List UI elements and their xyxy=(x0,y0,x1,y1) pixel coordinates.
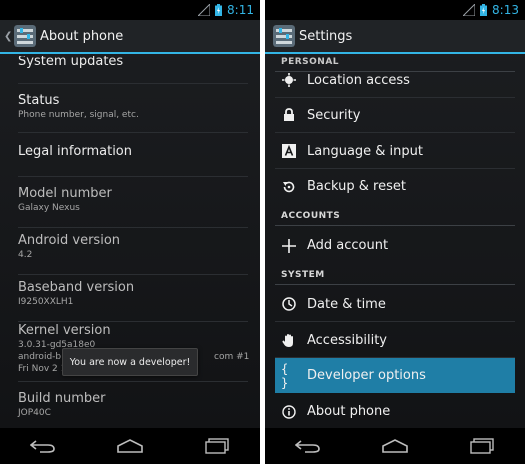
settings-item-label: Developer options xyxy=(307,368,426,383)
signal-icon xyxy=(463,4,476,16)
signal-icon xyxy=(198,4,211,16)
home-icon xyxy=(117,439,143,453)
list-item-legal-information[interactable]: Legal information xyxy=(18,144,248,177)
settings-item-language-input[interactable]: Language & input xyxy=(275,134,515,169)
list-item-system-updates[interactable]: System updates xyxy=(18,56,248,84)
settings-item-label: Accessibility xyxy=(307,332,387,348)
list-item-android-version[interactable]: Android version 4.2 xyxy=(18,231,248,275)
about-phone-screen: 8:11 ❮ About phone System updates Status… xyxy=(0,0,260,464)
backup-icon xyxy=(281,179,297,195)
item-title: Baseband version xyxy=(18,280,135,295)
item-subtitle: Galaxy Nexus xyxy=(18,203,80,213)
settings-list: PERSONAL Location access Security Langua… xyxy=(265,56,525,428)
settings-item-label: Language & input xyxy=(307,143,423,159)
location-icon xyxy=(281,72,297,88)
recent-apps-button[interactable] xyxy=(466,436,498,456)
back-button[interactable] xyxy=(27,436,59,456)
settings-item-date-time[interactable]: Date & time xyxy=(275,287,515,322)
status-bar: 8:11 xyxy=(0,0,260,20)
back-icon xyxy=(30,440,56,453)
section-header-system: SYSTEM xyxy=(275,265,515,285)
hand-icon xyxy=(281,332,297,348)
settings-item-label: Backup & reset xyxy=(307,179,406,194)
settings-app-icon xyxy=(14,25,36,47)
settings-item-backup-reset[interactable]: Backup & reset xyxy=(275,169,515,204)
chevron-left-icon[interactable]: ❮ xyxy=(4,31,12,42)
item-title: Build number xyxy=(18,391,106,406)
action-bar: Settings xyxy=(265,20,525,54)
clock-icon xyxy=(281,296,297,312)
settings-item-label: Security xyxy=(307,107,361,123)
recent-apps-button[interactable] xyxy=(201,436,233,456)
about-list: System updates Status Phone number, sign… xyxy=(0,56,260,428)
action-bar[interactable]: ❮ About phone xyxy=(0,20,260,54)
add-icon xyxy=(281,238,297,254)
status-time: 8:11 xyxy=(227,3,254,17)
info-icon xyxy=(281,404,297,420)
settings-app-icon xyxy=(273,25,295,47)
item-title: Model number xyxy=(18,186,112,201)
list-item-model-number: Model number Galaxy Nexus xyxy=(18,184,248,228)
section-header-accounts: ACCOUNTS xyxy=(275,206,515,226)
item-title: Status xyxy=(18,93,60,108)
settings-item-about-phone[interactable]: About phone xyxy=(275,394,515,428)
list-item-build-number[interactable]: Build number JOP40C xyxy=(18,389,248,428)
settings-item-label: About phone xyxy=(307,404,391,419)
settings-item-add-account[interactable]: Add account xyxy=(275,228,515,263)
settings-item-label: Add account xyxy=(307,238,389,253)
settings-item-security[interactable]: Security xyxy=(275,98,515,133)
settings-item-developer-options[interactable]: { } Developer options xyxy=(275,358,515,393)
braces-icon: { } xyxy=(281,361,289,390)
item-subtitle-right: com #1 xyxy=(214,352,250,362)
status-bar: 8:13 xyxy=(265,0,525,20)
item-title: Android version xyxy=(18,233,121,248)
back-icon xyxy=(295,440,321,453)
item-title: Legal information xyxy=(18,144,133,159)
item-subtitle: I9250XXLH1 xyxy=(18,297,74,307)
settings-item-location-access[interactable]: Location access xyxy=(275,63,515,98)
settings-item-label: Date & time xyxy=(307,296,386,312)
item-subtitle: Phone number, signal, etc. xyxy=(18,110,139,120)
recent-apps-icon xyxy=(204,438,229,454)
battery-icon xyxy=(215,4,223,16)
lock-icon xyxy=(281,107,297,123)
home-button[interactable] xyxy=(379,436,411,456)
back-button[interactable] xyxy=(292,436,324,456)
settings-screen: 8:13 Settings PERSONAL Location access S… xyxy=(265,0,525,464)
list-item-status[interactable]: Status Phone number, signal, etc. xyxy=(18,91,248,133)
recent-apps-icon xyxy=(469,438,494,454)
item-title: Kernel version xyxy=(18,323,111,338)
toast-message: You are now a developer! xyxy=(62,348,198,376)
item-title: System updates xyxy=(18,56,124,69)
language-icon xyxy=(281,143,297,159)
page-title: About phone xyxy=(40,28,124,44)
navigation-bar xyxy=(265,428,525,464)
list-item-baseband-version: Baseband version I9250XXLH1 xyxy=(18,278,248,322)
item-subtitle: 4.2 xyxy=(18,250,33,260)
battery-icon xyxy=(480,4,488,16)
home-button[interactable] xyxy=(114,436,146,456)
settings-item-accessibility[interactable]: Accessibility xyxy=(275,323,515,358)
page-title: Settings xyxy=(299,28,353,44)
settings-item-label: Location access xyxy=(307,72,410,88)
navigation-bar xyxy=(0,428,260,464)
status-time: 8:13 xyxy=(492,3,519,17)
item-subtitle: JOP40C xyxy=(18,408,51,418)
home-icon xyxy=(382,439,408,453)
